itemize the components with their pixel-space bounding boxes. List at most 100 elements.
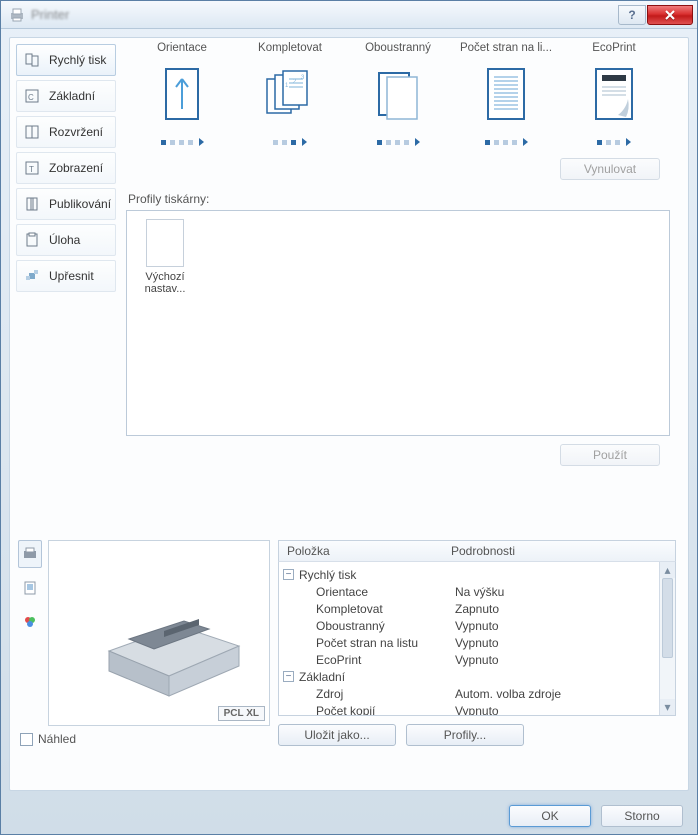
close-icon: [664, 10, 676, 20]
profile-thumb-icon: [146, 219, 184, 267]
pages-per-sheet-icon: [456, 58, 556, 130]
details-listbox[interactable]: −Rychlý tiskOrientaceNa výškuKompletovat…: [278, 562, 676, 716]
details-key: Počet stran na listu: [316, 636, 418, 650]
tab-label: Rozvržení: [49, 125, 103, 139]
preview-tab-page[interactable]: [18, 574, 42, 602]
tab-basic[interactable]: C Základní: [16, 80, 116, 112]
layout-icon: [23, 123, 41, 141]
qp-label: Kompletovat: [240, 42, 340, 54]
job-icon: [23, 231, 41, 249]
qp-pages-per-sheet[interactable]: Počet stran na li...: [456, 42, 556, 146]
tab-strip: Rychlý tisk C Základní Rozvržení T Zobra…: [10, 38, 122, 534]
preview-canvas: PCL XL: [48, 540, 270, 726]
details-key: EcoPrint: [316, 653, 361, 667]
details-row[interactable]: Orientace Na výšku: [283, 583, 675, 600]
details-row[interactable]: −Rychlý tisk: [283, 566, 675, 583]
scrollbar-thumb[interactable]: [662, 578, 673, 658]
details-key: Kompletovat: [316, 602, 383, 616]
close-button[interactable]: [647, 5, 693, 25]
details-row[interactable]: Zdroj Autom. volba zdroje: [283, 685, 675, 702]
details-key: Orientace: [316, 585, 368, 599]
qp-label: EcoPrint: [564, 42, 664, 54]
profile-item-default[interactable]: Výchozí nastav...: [135, 219, 195, 427]
profiles-label: Profily tiskárny:: [128, 192, 670, 206]
tree-expander-icon[interactable]: −: [283, 569, 294, 580]
details-value: Zapnuto: [455, 602, 675, 616]
preview-tab-color[interactable]: [18, 608, 42, 636]
window-title: Printer: [31, 7, 618, 22]
details-row[interactable]: −Základní: [283, 668, 675, 685]
save-as-button[interactable]: Uložit jako...: [278, 724, 396, 746]
profiles-button[interactable]: Profily...: [406, 724, 524, 746]
qp-ecoprint[interactable]: EcoPrint: [564, 42, 664, 146]
qp-label: Orientace: [132, 42, 232, 54]
basic-icon: C: [23, 87, 41, 105]
details-key: Zdroj: [316, 687, 343, 701]
cancel-button[interactable]: Storno: [601, 805, 683, 827]
printer-small-icon: [22, 546, 38, 562]
details-col-detail[interactable]: Podrobnosti: [451, 544, 659, 558]
qp-label: Oboustranný: [348, 42, 448, 54]
preview-checkbox-row[interactable]: Náhled: [18, 732, 270, 746]
profile-item-label: Výchozí nastav...: [135, 271, 195, 295]
details-header: Položka Podrobnosti: [278, 540, 676, 562]
details-row[interactable]: EcoPrint Vypnuto: [283, 651, 675, 668]
profiles-listbox[interactable]: Výchozí nastav...: [126, 210, 670, 436]
imaging-icon: T: [23, 159, 41, 177]
tab-job[interactable]: Úloha: [16, 224, 116, 256]
scroll-down-button[interactable]: ▾: [659, 699, 675, 715]
pdl-badge: PCL XL: [218, 706, 265, 721]
orientation-icon: [132, 58, 232, 130]
preview-checkbox-label: Náhled: [38, 732, 76, 746]
tab-advanced[interactable]: Upřesnit: [16, 260, 116, 292]
dialog-window: Printer ? Rychlý tisk C Základní R: [0, 0, 698, 835]
color-small-icon: [22, 614, 38, 630]
scroll-up-button[interactable]: ▴: [659, 562, 675, 578]
tab-publishing[interactable]: Publikování: [16, 188, 116, 220]
details-value: Vypnuto: [455, 619, 675, 633]
tree-expander-icon[interactable]: −: [283, 671, 294, 682]
details-row[interactable]: Počet kopiíVypnuto: [283, 702, 675, 716]
page-small-icon: [22, 580, 38, 596]
tab-label: Upřesnit: [49, 269, 94, 283]
duplex-icon: [348, 58, 448, 130]
details-row[interactable]: Počet stran na listu Vypnuto: [283, 634, 675, 651]
titlebar: Printer ?: [1, 1, 697, 29]
printer-preview-icon: [89, 581, 259, 701]
details-col-item[interactable]: Položka: [279, 544, 451, 558]
tab-label: Publikování: [49, 197, 111, 211]
tab-label: Úloha: [49, 233, 80, 247]
tab-layout[interactable]: Rozvržení: [16, 116, 116, 148]
ok-button[interactable]: OK: [509, 805, 591, 827]
details-key: Počet kopií: [316, 704, 375, 717]
qp-label: Počet stran na li...: [456, 42, 556, 54]
details-value: Vypnuto: [455, 636, 675, 650]
svg-text:T: T: [29, 165, 34, 174]
details-value: Vypnuto: [455, 653, 675, 667]
details-key: Základní: [299, 670, 345, 684]
svg-text:C: C: [28, 93, 34, 102]
scrollbar-track[interactable]: [659, 578, 675, 699]
details-key: Oboustranný: [316, 619, 385, 633]
tab-quick-print[interactable]: Rychlý tisk: [16, 44, 116, 76]
details-value: Na výšku: [455, 585, 675, 599]
help-button[interactable]: ?: [618, 5, 646, 25]
details-value: Autom. volba zdroje: [455, 687, 675, 701]
tab-label: Základní: [49, 89, 95, 103]
quick-print-icon: [23, 51, 41, 69]
details-key: Rychlý tisk: [299, 568, 356, 582]
quick-print-panel: Orientace Kompletovat 321: [122, 38, 688, 534]
ecoprint-icon: [564, 58, 664, 130]
details-row[interactable]: Kompletovat Zapnuto: [283, 600, 675, 617]
preview-tab-printer[interactable]: [18, 540, 42, 568]
tab-label: Rychlý tisk: [49, 53, 106, 67]
checkbox-icon[interactable]: [20, 733, 33, 746]
reset-button[interactable]: Vynulovat: [560, 158, 660, 180]
tab-imaging[interactable]: T Zobrazení: [16, 152, 116, 184]
qp-duplex[interactable]: Oboustranný: [348, 42, 448, 146]
qp-collate[interactable]: Kompletovat 321: [240, 42, 340, 146]
apply-button[interactable]: Použít: [560, 444, 660, 466]
tab-label: Zobrazení: [49, 161, 103, 175]
details-row[interactable]: Oboustranný Vypnuto: [283, 617, 675, 634]
qp-orientation[interactable]: Orientace: [132, 42, 232, 146]
